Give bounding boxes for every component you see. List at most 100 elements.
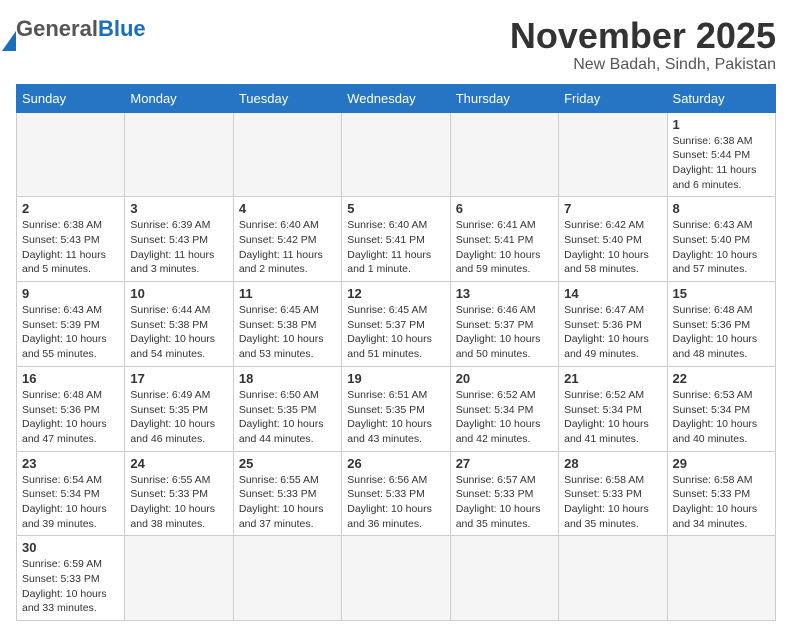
- day-number: 25: [239, 456, 336, 471]
- calendar-cell: 22 Sunrise: 6:53 AM Sunset: 5:34 PM Dayli…: [667, 366, 775, 451]
- calendar-cell: 17Sunrise: 6:49 AM Sunset: 5:35 PM Dayli…: [125, 366, 233, 451]
- day-info: Sunrise: 6:41 AM Sunset: 5:41 PM Dayligh…: [456, 218, 553, 277]
- calendar-cell: [667, 536, 775, 621]
- weekday-header-row: SundayMondayTuesdayWednesdayThursdayFrid…: [17, 84, 776, 112]
- day-info: Sunrise: 6:58 AM Sunset: 5:33 PM Dayligh…: [564, 473, 661, 532]
- weekday-header-friday: Friday: [559, 84, 667, 112]
- calendar-cell: 13 Sunrise: 6:46 AM Sunset: 5:37 PM Dayli…: [450, 282, 558, 367]
- calendar-week-2: 2Sunrise: 6:38 AM Sunset: 5:43 PM Daylig…: [17, 197, 776, 282]
- day-number: 19: [347, 371, 444, 386]
- calendar-cell: [342, 536, 450, 621]
- day-info: Sunrise: 6:54 AM Sunset: 5:34 PM Dayligh…: [22, 473, 119, 532]
- day-info: Sunrise: 6:46 AM Sunset: 5:37 PM Dayligh…: [456, 303, 553, 362]
- day-number: 13: [456, 286, 553, 301]
- day-number: 6: [456, 201, 553, 216]
- day-number: 23: [22, 456, 119, 471]
- day-number: 21: [564, 371, 661, 386]
- calendar-week-5: 23 Sunrise: 6:54 AM Sunset: 5:34 PM Dayli…: [17, 451, 776, 536]
- day-number: 22: [673, 371, 770, 386]
- calendar-cell: [559, 112, 667, 197]
- location-title: New Badah, Sindh, Pakistan: [510, 56, 776, 74]
- logo-blue: Blue: [98, 16, 146, 42]
- day-info: Sunrise: 6:39 AM Sunset: 5:43 PM Dayligh…: [130, 218, 227, 277]
- day-info: Sunrise: 6:57 AM Sunset: 5:33 PM Dayligh…: [456, 473, 553, 532]
- day-number: 30: [22, 540, 119, 555]
- day-info: Sunrise: 6:51 AM Sunset: 5:35 PM Dayligh…: [347, 388, 444, 447]
- calendar-cell: 7 Sunrise: 6:42 AM Sunset: 5:40 PM Daylig…: [559, 197, 667, 282]
- calendar-cell: 19 Sunrise: 6:51 AM Sunset: 5:35 PM Dayli…: [342, 366, 450, 451]
- calendar-cell: [450, 536, 558, 621]
- calendar-cell: 14Sunrise: 6:47 AM Sunset: 5:36 PM Dayli…: [559, 282, 667, 367]
- day-number: 27: [456, 456, 553, 471]
- calendar-cell: [125, 536, 233, 621]
- day-info: Sunrise: 6:40 AM Sunset: 5:42 PM Dayligh…: [239, 218, 336, 277]
- calendar-cell: [342, 112, 450, 197]
- calendar-week-3: 9Sunrise: 6:43 AM Sunset: 5:39 PM Daylig…: [17, 282, 776, 367]
- day-number: 12: [347, 286, 444, 301]
- weekday-header-thursday: Thursday: [450, 84, 558, 112]
- title-area: November 2025 New Badah, Sindh, Pakistan: [510, 16, 776, 74]
- day-info: Sunrise: 6:48 AM Sunset: 5:36 PM Dayligh…: [673, 303, 770, 362]
- calendar-cell: [233, 112, 341, 197]
- calendar-cell: 5 Sunrise: 6:40 AM Sunset: 5:41 PM Daylig…: [342, 197, 450, 282]
- calendar-cell: [17, 112, 125, 197]
- day-number: 15: [673, 286, 770, 301]
- calendar-cell: [233, 536, 341, 621]
- calendar-cell: 25 Sunrise: 6:55 AM Sunset: 5:33 PM Dayli…: [233, 451, 341, 536]
- calendar-cell: 20Sunrise: 6:52 AM Sunset: 5:34 PM Dayli…: [450, 366, 558, 451]
- day-info: Sunrise: 6:52 AM Sunset: 5:34 PM Dayligh…: [456, 388, 553, 447]
- day-number: 2: [22, 201, 119, 216]
- day-number: 17: [130, 371, 227, 386]
- day-number: 3: [130, 201, 227, 216]
- calendar-cell: 1 Sunrise: 6:38 AM Sunset: 5:44 PM Daylig…: [667, 112, 775, 197]
- weekday-header-wednesday: Wednesday: [342, 84, 450, 112]
- calendar-cell: 8Sunrise: 6:43 AM Sunset: 5:40 PM Daylig…: [667, 197, 775, 282]
- calendar-cell: [559, 536, 667, 621]
- calendar-cell: 16 Sunrise: 6:48 AM Sunset: 5:36 PM Dayli…: [17, 366, 125, 451]
- day-info: Sunrise: 6:40 AM Sunset: 5:41 PM Dayligh…: [347, 218, 444, 277]
- logo-general: General: [16, 16, 98, 42]
- calendar-table: SundayMondayTuesdayWednesdayThursdayFrid…: [16, 84, 776, 622]
- calendar-cell: 28Sunrise: 6:58 AM Sunset: 5:33 PM Dayli…: [559, 451, 667, 536]
- day-info: Sunrise: 6:52 AM Sunset: 5:34 PM Dayligh…: [564, 388, 661, 447]
- calendar-week-6: 30 Sunrise: 6:59 AM Sunset: 5:33 PM Dayli…: [17, 536, 776, 621]
- day-info: Sunrise: 6:53 AM Sunset: 5:34 PM Dayligh…: [673, 388, 770, 447]
- calendar-cell: 6 Sunrise: 6:41 AM Sunset: 5:41 PM Daylig…: [450, 197, 558, 282]
- weekday-header-sunday: Sunday: [17, 84, 125, 112]
- day-info: Sunrise: 6:50 AM Sunset: 5:35 PM Dayligh…: [239, 388, 336, 447]
- calendar-cell: 24Sunrise: 6:55 AM Sunset: 5:33 PM Dayli…: [125, 451, 233, 536]
- page-header: General Blue November 2025 New Badah, Si…: [16, 16, 776, 74]
- day-number: 1: [673, 117, 770, 132]
- day-number: 11: [239, 286, 336, 301]
- day-number: 29: [673, 456, 770, 471]
- day-number: 18: [239, 371, 336, 386]
- day-info: Sunrise: 6:45 AM Sunset: 5:37 PM Dayligh…: [347, 303, 444, 362]
- day-info: Sunrise: 6:55 AM Sunset: 5:33 PM Dayligh…: [239, 473, 336, 532]
- day-info: Sunrise: 6:45 AM Sunset: 5:38 PM Dayligh…: [239, 303, 336, 362]
- day-number: 14: [564, 286, 661, 301]
- calendar-cell: 9Sunrise: 6:43 AM Sunset: 5:39 PM Daylig…: [17, 282, 125, 367]
- calendar-cell: 10 Sunrise: 6:44 AM Sunset: 5:38 PM Dayli…: [125, 282, 233, 367]
- day-number: 8: [673, 201, 770, 216]
- day-number: 9: [22, 286, 119, 301]
- day-info: Sunrise: 6:48 AM Sunset: 5:36 PM Dayligh…: [22, 388, 119, 447]
- weekday-header-saturday: Saturday: [667, 84, 775, 112]
- calendar-cell: 12 Sunrise: 6:45 AM Sunset: 5:37 PM Dayli…: [342, 282, 450, 367]
- calendar-cell: 21 Sunrise: 6:52 AM Sunset: 5:34 PM Dayli…: [559, 366, 667, 451]
- month-title: November 2025: [510, 16, 776, 56]
- day-number: 7: [564, 201, 661, 216]
- day-info: Sunrise: 6:44 AM Sunset: 5:38 PM Dayligh…: [130, 303, 227, 362]
- day-info: Sunrise: 6:38 AM Sunset: 5:44 PM Dayligh…: [673, 134, 770, 193]
- day-number: 16: [22, 371, 119, 386]
- calendar-cell: 15 Sunrise: 6:48 AM Sunset: 5:36 PM Dayli…: [667, 282, 775, 367]
- calendar-cell: 23 Sunrise: 6:54 AM Sunset: 5:34 PM Dayli…: [17, 451, 125, 536]
- day-number: 10: [130, 286, 227, 301]
- day-info: Sunrise: 6:56 AM Sunset: 5:33 PM Dayligh…: [347, 473, 444, 532]
- day-info: Sunrise: 6:42 AM Sunset: 5:40 PM Dayligh…: [564, 218, 661, 277]
- calendar-cell: 26 Sunrise: 6:56 AM Sunset: 5:33 PM Dayli…: [342, 451, 450, 536]
- logo: General Blue: [16, 16, 146, 49]
- day-number: 26: [347, 456, 444, 471]
- day-number: 5: [347, 201, 444, 216]
- day-info: Sunrise: 6:59 AM Sunset: 5:33 PM Dayligh…: [22, 557, 119, 616]
- calendar-cell: 2Sunrise: 6:38 AM Sunset: 5:43 PM Daylig…: [17, 197, 125, 282]
